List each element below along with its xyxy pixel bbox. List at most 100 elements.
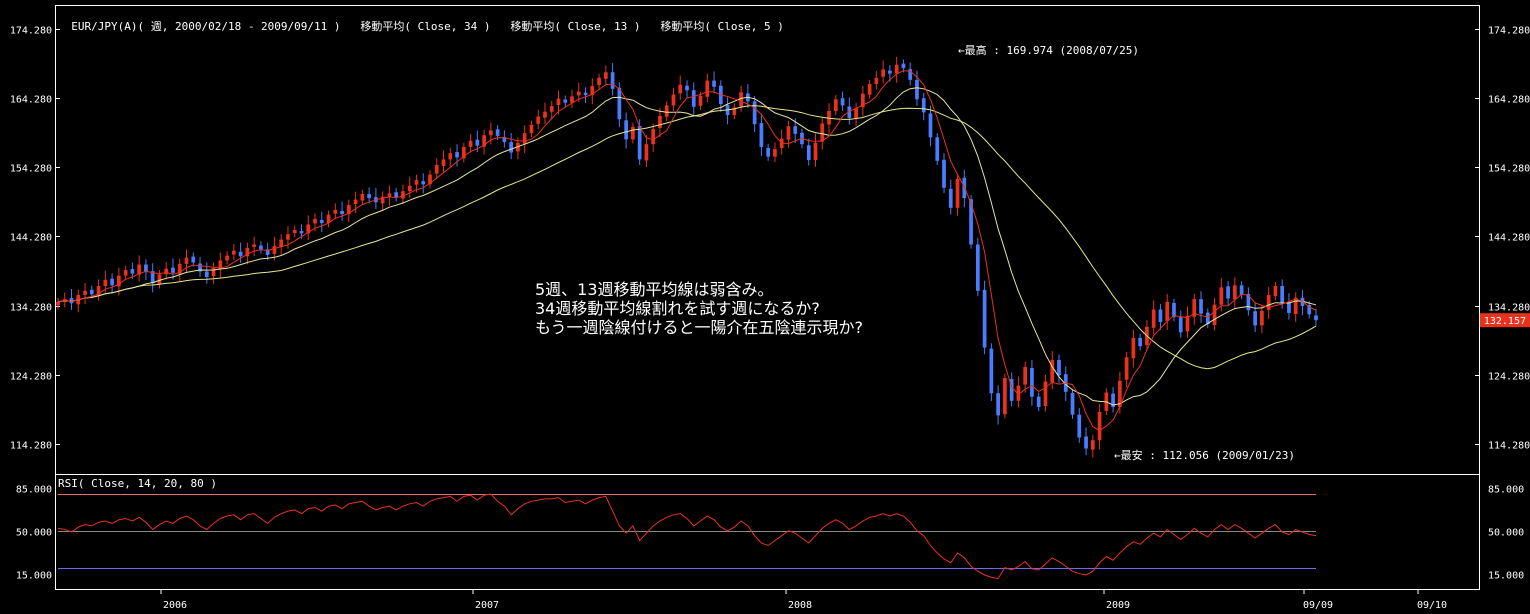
candle-body [171, 267, 175, 273]
candle-body [394, 192, 399, 198]
candle-body [1239, 285, 1244, 295]
candle-body [543, 111, 547, 118]
candle-body [489, 130, 493, 136]
candle-body [766, 148, 771, 157]
rsi-line [57, 493, 1317, 580]
candle-body [1273, 286, 1278, 297]
candle-body [576, 91, 581, 96]
candle-body [854, 108, 858, 118]
symbol-period-label: EUR/JPY(A)( 週, 2000/02/18 - 2009/09/11 ) [71, 20, 341, 33]
candle-body [455, 152, 459, 158]
last-price-marker: 132.157 [1480, 313, 1530, 328]
candle-body [272, 245, 277, 254]
candle-body [1199, 299, 1203, 314]
candle-body [1043, 381, 1048, 407]
candle-body [1036, 396, 1041, 408]
candle-body [671, 94, 676, 106]
candle-body [1232, 285, 1237, 300]
candle-body [806, 145, 811, 161]
chart-header: EUR/JPY(A)( 週, 2000/02/18 - 2009/09/11 )… [58, 5, 784, 34]
candle-body [1158, 309, 1163, 322]
candle-body [928, 113, 933, 138]
candle-body [651, 128, 656, 145]
candle-body [1293, 297, 1298, 315]
candle-body [786, 126, 791, 140]
candle-body [509, 142, 514, 153]
rsi-axis: 85.000 85.000 50.000 50.000 15.000 15.000 [16, 485, 1524, 582]
candle-body [833, 99, 838, 111]
commentary-note: 5週、13週移動平均線は弱含み。 34週移動平均線割れを試す週になるか? もう一週陰… [535, 280, 863, 337]
candle-body [333, 209, 338, 214]
candle-body [475, 139, 480, 146]
candle-body [401, 191, 405, 199]
candle-body [915, 79, 919, 100]
time-axis: 2006 2007 2008 2009 09/09 09/10 [160, 589, 1447, 611]
candle-body [1212, 304, 1217, 326]
candle-body [130, 269, 135, 274]
candle-body [583, 92, 588, 96]
price-tick-label-right: 114.280 [1488, 441, 1530, 452]
time-axis-label: 2006 [163, 600, 187, 611]
candle-body [211, 268, 216, 276]
candle-body [1165, 301, 1170, 321]
candle-body [1030, 367, 1034, 397]
price-tick-label-right: 134.280 [1488, 303, 1530, 314]
candle-body [759, 123, 764, 147]
candle-body [603, 72, 608, 79]
price-tick-label-right: 144.280 [1488, 233, 1530, 244]
candle-body [421, 181, 426, 185]
candle-body [204, 271, 209, 278]
candle-body [414, 180, 419, 185]
candle-body [658, 115, 662, 128]
candle-body [89, 289, 94, 295]
candle-body [441, 159, 446, 166]
candle-body [231, 250, 236, 255]
candle-body [238, 251, 243, 257]
rsi-tick-label-left: 50.000 [16, 528, 52, 539]
price-tick-label-left: 114.280 [10, 441, 52, 452]
candle-body [157, 274, 162, 285]
candle-body [610, 72, 615, 89]
candle-body [840, 98, 845, 106]
candle-body [1131, 337, 1136, 359]
rsi-header: RSI( Close, 14, 20, 80 ) [58, 477, 217, 490]
candle-body [353, 199, 358, 205]
candle-body [83, 290, 87, 295]
candle-body [529, 124, 534, 134]
candle-body [1124, 357, 1129, 380]
candle-body [921, 98, 926, 113]
candle-body [752, 101, 757, 125]
candle-body [637, 125, 642, 160]
candle-body [340, 210, 344, 215]
note-line-1: 5週、13週移動平均線は弱含み。 [535, 280, 774, 299]
note-line-3: もう一週陰線付けると一陽介在五陰連示現か? [535, 318, 864, 337]
candle-body [468, 140, 473, 147]
candle-body [299, 231, 304, 234]
time-axis-label: 2008 [788, 600, 812, 611]
candle-body [664, 105, 669, 117]
candle-body [1219, 287, 1224, 305]
price-tick-label-left: 174.280 [10, 26, 52, 37]
candle-body [867, 84, 872, 95]
ma5-label: 移動平均( Close, 5 ) [660, 20, 784, 33]
price-tick-label-right: 174.280 [1488, 26, 1530, 37]
candle-body [948, 188, 953, 208]
candle-body [1090, 440, 1095, 450]
candle-body [286, 234, 290, 240]
candle-body [705, 80, 710, 97]
candle-body [1070, 392, 1075, 415]
candle-body [184, 257, 189, 264]
last-price-text: 132.157 [1484, 316, 1526, 327]
candle-body [793, 126, 798, 134]
candle-body [123, 270, 128, 276]
candle-body [522, 133, 527, 144]
candle-body [292, 229, 297, 234]
candle-body [597, 77, 601, 86]
candle-body [644, 144, 649, 161]
price-tick-label-left: 164.280 [10, 95, 52, 106]
price-tick-label-left: 124.280 [10, 372, 52, 383]
candle-body [996, 393, 1000, 416]
rsi-tick-label-left: 15.000 [16, 571, 52, 582]
candle-body [252, 244, 256, 247]
candle-body [1057, 360, 1061, 376]
